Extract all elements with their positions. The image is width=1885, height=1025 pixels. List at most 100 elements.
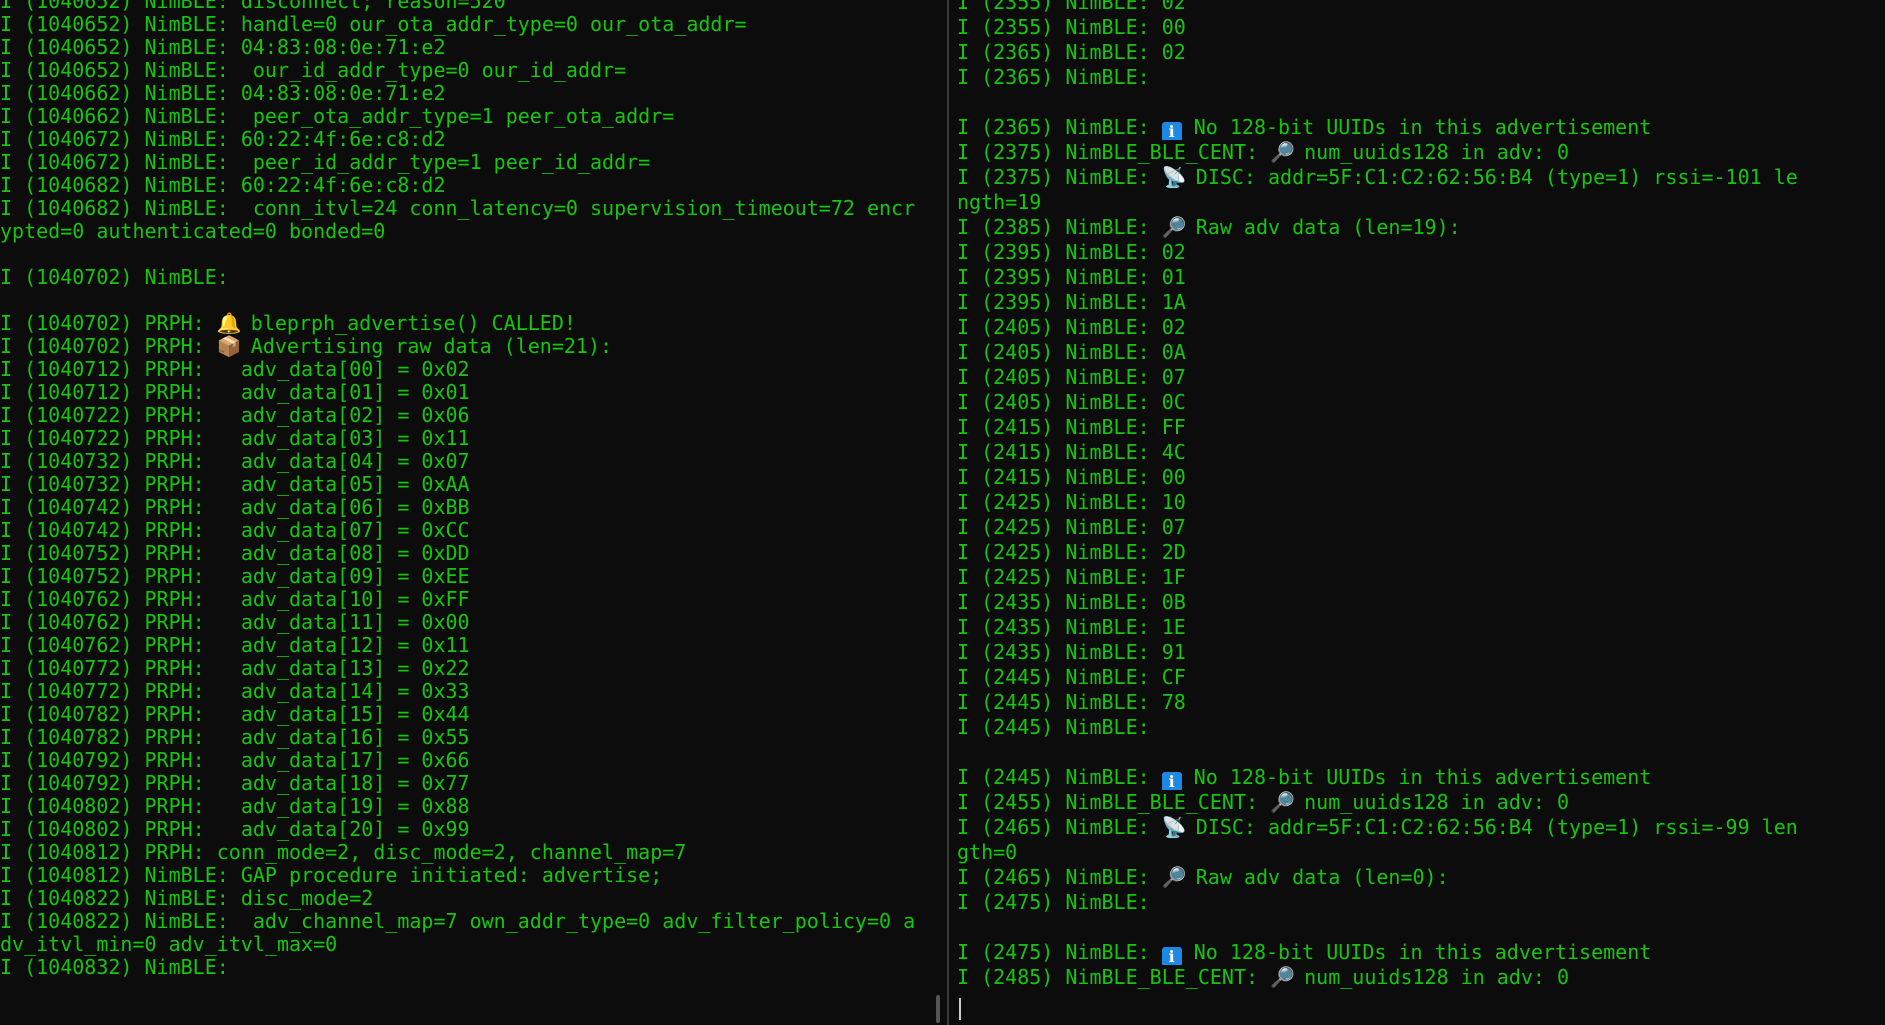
log-text: gth=0 — [957, 840, 1018, 864]
log-text: I (2445) NimBLE: — [957, 765, 1162, 789]
log-line: I (1040782) PRPH: adv_data[15] = 0x44 — [0, 703, 947, 726]
log-line: I (2355) NimBLE: 00 — [957, 15, 1885, 40]
log-text: I (2375) NimBLE_BLE_CENT: — [957, 140, 1271, 164]
log-text-rest: Advertising raw data (len=21): — [238, 335, 613, 358]
bell-icon: 🔔 — [216, 312, 242, 335]
log-text: I (1040702) PRPH: — [0, 335, 217, 358]
log-line: I (1040832) NimBLE: — [0, 956, 947, 979]
log-line: I (2425) NimBLE: 2D — [957, 540, 1885, 565]
log-text: I (2445) NimBLE: 78 — [957, 690, 1186, 714]
log-line: I (2355) NimBLE: 02 — [957, 0, 1885, 15]
log-text: I (2395) NimBLE: 1A — [957, 290, 1186, 314]
log-text: I (1040652) NimBLE: handle=0 our_ota_add… — [0, 13, 747, 36]
log-text: I (1040812) NimBLE: GAP procedure initia… — [0, 864, 663, 887]
terminal-window[interactable]: I (1040652) NimBLE: disconnect; reason=5… — [0, 0, 1885, 1025]
log-text-rest: DISC: addr=5F:C1:C2:62:56:B4 (type=1) rs… — [1183, 815, 1798, 839]
log-line: I (2395) NimBLE: 01 — [957, 265, 1885, 290]
log-text: I (1040742) PRPH: adv_data[06] = 0xBB — [0, 496, 470, 519]
log-line: I (1040712) PRPH: adv_data[01] = 0x01 — [0, 381, 947, 404]
log-text: I (1040652) NimBLE: our_id_addr_type=0 o… — [0, 59, 627, 82]
log-text: I (2435) NimBLE: 91 — [957, 640, 1186, 664]
log-text: I (2445) NimBLE: — [957, 715, 1150, 739]
package-icon: 📦 — [216, 335, 242, 358]
log-text: I (2355) NimBLE: 02 — [957, 0, 1186, 14]
log-text: I (2455) NimBLE_BLE_CENT: — [957, 790, 1271, 814]
log-line: I (1040752) PRPH: adv_data[09] = 0xEE — [0, 565, 947, 588]
log-line: I (2445) NimBLE: 78 — [957, 690, 1885, 715]
log-line: I (2475) NimBLE: — [957, 890, 1885, 915]
log-text: ngth=19 — [957, 190, 1042, 214]
log-line: I (1040652) NimBLE: handle=0 our_ota_add… — [0, 13, 947, 36]
log-line: I (1040822) NimBLE: disc_mode=2 — [0, 887, 947, 910]
satellite-icon: 📡 — [1161, 165, 1187, 189]
log-line: I (2435) NimBLE: 91 — [957, 640, 1885, 665]
info-icon: i — [1161, 947, 1182, 965]
log-text: I (2425) NimBLE: 07 — [957, 515, 1186, 539]
log-line: I (2375) NimBLE_BLE_CENT: 🔎 num_uuids128… — [957, 140, 1885, 165]
log-line: I (2375) NimBLE: 📡 DISC: addr=5F:C1:C2:6… — [957, 165, 1885, 190]
log-text-rest: num_uuids128 in adv: 0 — [1292, 790, 1570, 814]
log-line: I (1040772) PRPH: adv_data[13] = 0x22 — [0, 657, 947, 680]
log-line: I (2465) NimBLE: 📡 DISC: addr=5F:C1:C2:6… — [957, 815, 1885, 840]
log-text: I (2425) NimBLE: 10 — [957, 490, 1186, 514]
log-text: I (1040812) PRPH: conn_mode=2, disc_mode… — [0, 841, 687, 864]
log-text-rest: No 128-bit UUIDs in this advertisement — [1181, 765, 1652, 789]
log-text: I (1040652) NimBLE: disconnect; reason=5… — [0, 0, 506, 13]
log-text-rest: num_uuids128 in adv: 0 — [1292, 140, 1570, 164]
log-line: I (1040822) NimBLE: adv_channel_map=7 ow… — [0, 910, 947, 933]
left-pane-scrollbar[interactable] — [936, 995, 940, 1023]
log-line: I (1040652) NimBLE: our_id_addr_type=0 o… — [0, 59, 947, 82]
log-text: I (1040682) NimBLE: conn_itvl=24 conn_la… — [0, 197, 916, 220]
log-line: I (1040672) NimBLE: peer_id_addr_type=1 … — [0, 151, 947, 174]
log-line: I (2405) NimBLE: 07 — [957, 365, 1885, 390]
log-line: I (2445) NimBLE: — [957, 715, 1885, 740]
magnifier-icon: 🔎 — [1270, 140, 1295, 164]
log-text: I (1040672) NimBLE: 60:22:4f:6e:c8:d2 — [0, 128, 446, 151]
log-line: I (1040792) PRPH: adv_data[17] = 0x66 — [0, 749, 947, 772]
log-text: I (1040682) NimBLE: 60:22:4f:6e:c8:d2 — [0, 174, 446, 197]
log-line: I (2395) NimBLE: 1A — [957, 290, 1885, 315]
log-line: dv_itvl_min=0 adv_itvl_max=0 — [0, 933, 947, 956]
log-line: I (2365) NimBLE: 02 — [957, 40, 1885, 65]
log-text: I (1040672) NimBLE: peer_id_addr_type=1 … — [0, 151, 651, 174]
log-text: I (1040762) PRPH: adv_data[11] = 0x00 — [0, 611, 470, 634]
log-line: I (1040772) PRPH: adv_data[14] = 0x33 — [0, 680, 947, 703]
right-terminal-pane[interactable]: I (2355) NimBLE: 02 I (2355) NimBLE: 00 I … — [957, 0, 1885, 1025]
log-text: I (2465) NimBLE: — [957, 815, 1162, 839]
log-line: I (1040812) PRPH: conn_mode=2, disc_mode… — [0, 841, 947, 864]
log-line: I (2435) NimBLE: 1E — [957, 615, 1885, 640]
log-text-rest: DISC: addr=5F:C1:C2:62:56:B4 (type=1) rs… — [1183, 165, 1798, 189]
log-line: I (2475) NimBLE: i No 128-bit UUIDs in t… — [957, 940, 1885, 965]
log-line: I (2445) NimBLE: CF — [957, 665, 1885, 690]
log-text: I (1040662) NimBLE: 04:83:08:0e:71:e2 — [0, 82, 446, 105]
log-text: I (2365) NimBLE: — [957, 65, 1150, 89]
log-line: I (1040662) NimBLE: peer_ota_addr_type=1… — [0, 105, 947, 128]
log-text: I (2365) NimBLE: 02 — [957, 40, 1186, 64]
log-text: I (1040732) PRPH: adv_data[05] = 0xAA — [0, 473, 470, 496]
log-text: I (1040742) PRPH: adv_data[07] = 0xCC — [0, 519, 470, 542]
log-text: I (2355) NimBLE: 00 — [957, 15, 1186, 39]
magnifier-icon: 🔎 — [1161, 215, 1187, 239]
log-text: I (1040732) PRPH: adv_data[04] = 0x07 — [0, 450, 470, 473]
log-text: I (1040712) PRPH: adv_data[01] = 0x01 — [0, 381, 470, 404]
log-text: I (2465) NimBLE: — [957, 865, 1162, 889]
log-text: I (1040752) PRPH: adv_data[08] = 0xDD — [0, 542, 470, 565]
log-text: I (1040802) PRPH: adv_data[19] = 0x88 — [0, 795, 470, 818]
log-line: I (2385) NimBLE: 🔎 Raw adv data (len=19)… — [957, 215, 1885, 240]
log-line: I (1040782) PRPH: adv_data[16] = 0x55 — [0, 726, 947, 749]
log-line: I (1040682) NimBLE: conn_itvl=24 conn_la… — [0, 197, 947, 220]
log-line: I (1040802) PRPH: adv_data[19] = 0x88 — [0, 795, 947, 818]
log-line: ngth=19 — [957, 190, 1885, 215]
log-text: I (1040832) NimBLE: — [0, 956, 229, 979]
log-line: I (1040702) PRPH: 🔔 bleprph_advertise() … — [0, 312, 947, 335]
log-text: I (1040762) PRPH: adv_data[10] = 0xFF — [0, 588, 470, 611]
log-text: I (1040782) PRPH: adv_data[15] = 0x44 — [0, 703, 470, 726]
pane-divider[interactable] — [947, 0, 949, 1025]
left-terminal-pane[interactable]: I (1040652) NimBLE: disconnect; reason=5… — [0, 0, 947, 1025]
magnifier-icon: 🔎 — [1270, 965, 1295, 989]
log-line: I (1040802) PRPH: adv_data[20] = 0x99 — [0, 818, 947, 841]
log-line: I (1040702) NimBLE: — [0, 266, 947, 289]
